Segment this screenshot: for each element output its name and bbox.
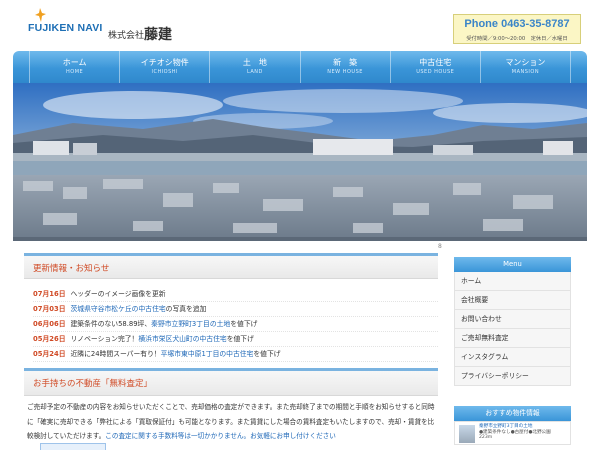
company-name: 株式会社藤建 xyxy=(108,27,173,43)
news-item: 07月16日 ヘッダーのイメージ画像を更新 xyxy=(33,287,438,302)
site-logo[interactable]: FUJIKEN NAVI 株式会社藤建 xyxy=(28,8,188,44)
recommended-title: おすすめ物件情報 xyxy=(454,406,571,421)
sidebar-item-instagram[interactable]: インスタグラム xyxy=(454,348,571,367)
property-area: 223m xyxy=(479,435,493,440)
sidebar-item-contact[interactable]: お問い合わせ xyxy=(454,310,571,329)
business-hours: 受付時間／9:00〜20:00 定休日／水曜日 xyxy=(466,36,568,42)
news-item: 05月26日 リノベーション完了！横浜市栄区犬山町の中古住宅を値下げ xyxy=(33,332,438,347)
sidebar-item-home[interactable]: ホーム xyxy=(454,272,571,291)
logo-mark-icon xyxy=(35,8,46,22)
nav-item-ichioshi[interactable]: イチオシ物件 ICHIOSHI xyxy=(119,51,209,83)
news-list: 07月16日 ヘッダーのイメージ画像を更新 07月03日 茨城県守谷市松ケ丘の中古住… xyxy=(33,287,438,362)
sidebar-menu-title: Menu xyxy=(454,257,571,272)
news-item: 05月24日 近隣に24時間スーパー有り！平塚市東中原1丁目の中古住宅を値下げ xyxy=(33,347,438,362)
news-item: 06月06日 建築条件のない58.89坪、秦野市立野町3丁目の土地を値下げ xyxy=(33,317,438,332)
assessment-text: ご売却予定の不動産の内容をお知らせいただくことで、売却価格の査定ができます。また… xyxy=(27,403,435,440)
news-link[interactable]: 平塚市東中原1丁目の中古住宅 xyxy=(161,350,254,358)
recommended-item[interactable]: 秦野市立野町3丁目の土地 ●建築条件なし●古屋付●北野公園 223m xyxy=(454,421,571,445)
hero-counter: 8 xyxy=(438,243,442,250)
news-header: 更新情報・お知らせ xyxy=(24,253,438,279)
sidebar-item-privacy[interactable]: プライバシーポリシー xyxy=(454,367,571,386)
phone-number[interactable]: Phone 0463-35-8787 xyxy=(454,18,580,30)
nav-item-used-house[interactable]: 中古住宅 USED HOUSE xyxy=(389,51,480,83)
nav-item-mansion[interactable]: マンション MANSION xyxy=(479,51,572,83)
news-item: 07月03日 茨城県守谷市松ケ丘の中古住宅の写真を追加 xyxy=(33,302,438,317)
property-thumbnail[interactable] xyxy=(459,425,475,443)
news-link[interactable]: 秦野市立野町3丁目の土地 xyxy=(151,320,230,328)
phone-box[interactable]: Phone 0463-35-8787 受付時間／9:00〜20:00 定休日／水… xyxy=(453,14,581,44)
nav-item-home[interactable]: ホーム HOME xyxy=(29,51,119,83)
sidebar-item-company[interactable]: 会社概要 xyxy=(454,291,571,310)
sidebar-item-assessment[interactable]: ご売却無料査定 xyxy=(454,329,571,348)
assessment-link[interactable]: この査定に関する手数料等は一切かかりません。お気軽にお申し付けください xyxy=(105,432,336,440)
nav-item-new-house[interactable]: 新 築 NEW HOUSE xyxy=(299,51,390,83)
sidebar-menu: ホーム 会社概要 お問い合わせ ご売却無料査定 インスタグラム プライバシーポリ… xyxy=(454,272,571,386)
news-title: 更新情報・お知らせ xyxy=(33,264,110,274)
logo-text: FUJIKEN NAVI xyxy=(28,22,103,34)
main-nav: ホーム HOME イチオシ物件 ICHIOSHI 土 地 LAND 新 築 NEW HO… xyxy=(13,51,587,83)
nav-item-land[interactable]: 土 地 LAND xyxy=(209,51,299,83)
assessment-title: お手持ちの不動産「無料査定」 xyxy=(33,379,153,389)
assessment-header: お手持ちの不動産「無料査定」 xyxy=(24,368,438,396)
hero-harbor-image xyxy=(13,83,587,241)
news-link[interactable]: 横浜市栄区犬山町の中古住宅 xyxy=(138,335,226,343)
news-link[interactable]: 茨城県守谷市松ケ丘の中古住宅 xyxy=(71,305,166,313)
assessment-button[interactable] xyxy=(40,443,106,450)
